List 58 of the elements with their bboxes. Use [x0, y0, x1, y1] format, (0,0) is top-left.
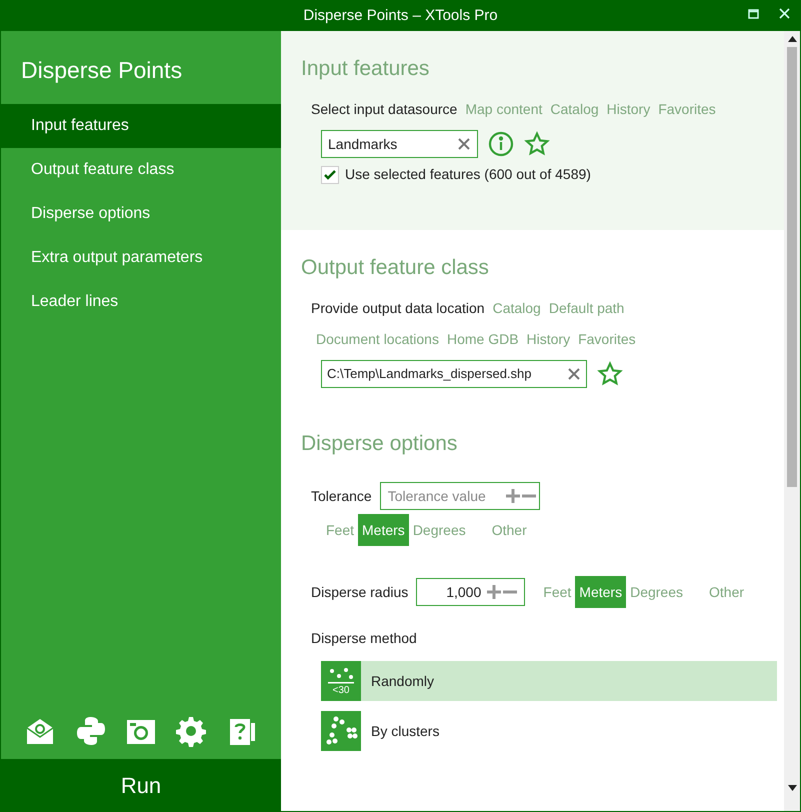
- section-title: Disperse options: [301, 431, 458, 457]
- output-path-field[interactable]: C:\Temp\Landmarks_dispersed.shp: [321, 360, 587, 388]
- settings-icon[interactable]: [175, 715, 208, 747]
- unit-option[interactable]: Meters: [575, 576, 626, 608]
- sidebar-title: Disperse Points: [20, 56, 184, 85]
- star-icon[interactable]: [597, 361, 623, 387]
- unit-option[interactable]: Feet: [539, 576, 576, 608]
- field-label: Disperse method: [310, 629, 418, 648]
- clear-icon[interactable]: [457, 137, 471, 151]
- field-label: Tolerance: [311, 486, 372, 506]
- sidebar-item[interactable]: Input features: [1, 104, 281, 148]
- python-icon[interactable]: [74, 715, 107, 747]
- sidebar-item[interactable]: Output feature class: [1, 148, 281, 192]
- plus-icon[interactable]: [506, 489, 520, 503]
- location-link[interactable]: Home GDB: [446, 329, 519, 350]
- sidebar-item[interactable]: Extra output parameters: [1, 236, 281, 280]
- window-title: Disperse Points – XTools Pro: [303, 6, 498, 26]
- source-link[interactable]: Catalog: [550, 99, 599, 120]
- tolerance-field[interactable]: Tolerance value: [380, 482, 540, 510]
- info-icon[interactable]: [488, 131, 514, 157]
- section-title: Input features: [301, 56, 430, 82]
- location-link[interactable]: Favorites: [578, 329, 636, 350]
- unit-option[interactable]: Other: [488, 514, 531, 546]
- sidebar-item[interactable]: Disperse options: [1, 192, 281, 236]
- field-label: Provide output data location: [311, 299, 485, 318]
- section-title: Output feature class: [301, 255, 490, 281]
- maximize-icon[interactable]: [748, 8, 759, 18]
- field-label: Disperse radius: [311, 582, 408, 602]
- unit-option[interactable]: Meters: [358, 514, 409, 546]
- unit-option[interactable]: Other: [705, 576, 748, 608]
- plus-icon[interactable]: [487, 585, 502, 599]
- input-field[interactable]: Landmarks: [321, 130, 478, 158]
- star-icon[interactable]: [524, 131, 550, 157]
- unit-option[interactable]: Degrees: [408, 514, 470, 546]
- cluster-dots-icon: [321, 711, 361, 751]
- checkbox-label: Use selected features (600 out of 4589): [345, 165, 591, 184]
- location-link[interactable]: History: [526, 329, 570, 350]
- method-option[interactable]: By clusters: [321, 711, 777, 751]
- location-link[interactable]: Default path: [548, 298, 624, 319]
- scroll-down-icon[interactable]: [788, 785, 796, 791]
- unit-option[interactable]: Feet: [322, 514, 358, 546]
- scrollbar[interactable]: [784, 31, 800, 811]
- checkbox[interactable]: [321, 166, 339, 184]
- sidebar-item[interactable]: Leader lines: [1, 280, 281, 324]
- source-link[interactable]: History: [606, 99, 650, 120]
- radius-field[interactable]: 1,000: [416, 578, 526, 606]
- source-link[interactable]: Map content: [465, 99, 542, 120]
- close-icon[interactable]: [779, 8, 790, 19]
- method-option[interactable]: <30 Randomly: [321, 661, 777, 701]
- field-label: Select input datasource: [311, 100, 458, 119]
- clear-icon[interactable]: [567, 367, 581, 381]
- scroll-up-icon[interactable]: [788, 36, 796, 42]
- run-button[interactable]: Run: [1, 759, 281, 811]
- unit-option[interactable]: Degrees: [626, 576, 687, 608]
- location-link[interactable]: Catalog: [492, 298, 541, 319]
- location-link[interactable]: Document locations: [316, 329, 439, 350]
- source-link[interactable]: Favorites: [658, 99, 716, 120]
- random-dots-icon: <30: [321, 661, 361, 701]
